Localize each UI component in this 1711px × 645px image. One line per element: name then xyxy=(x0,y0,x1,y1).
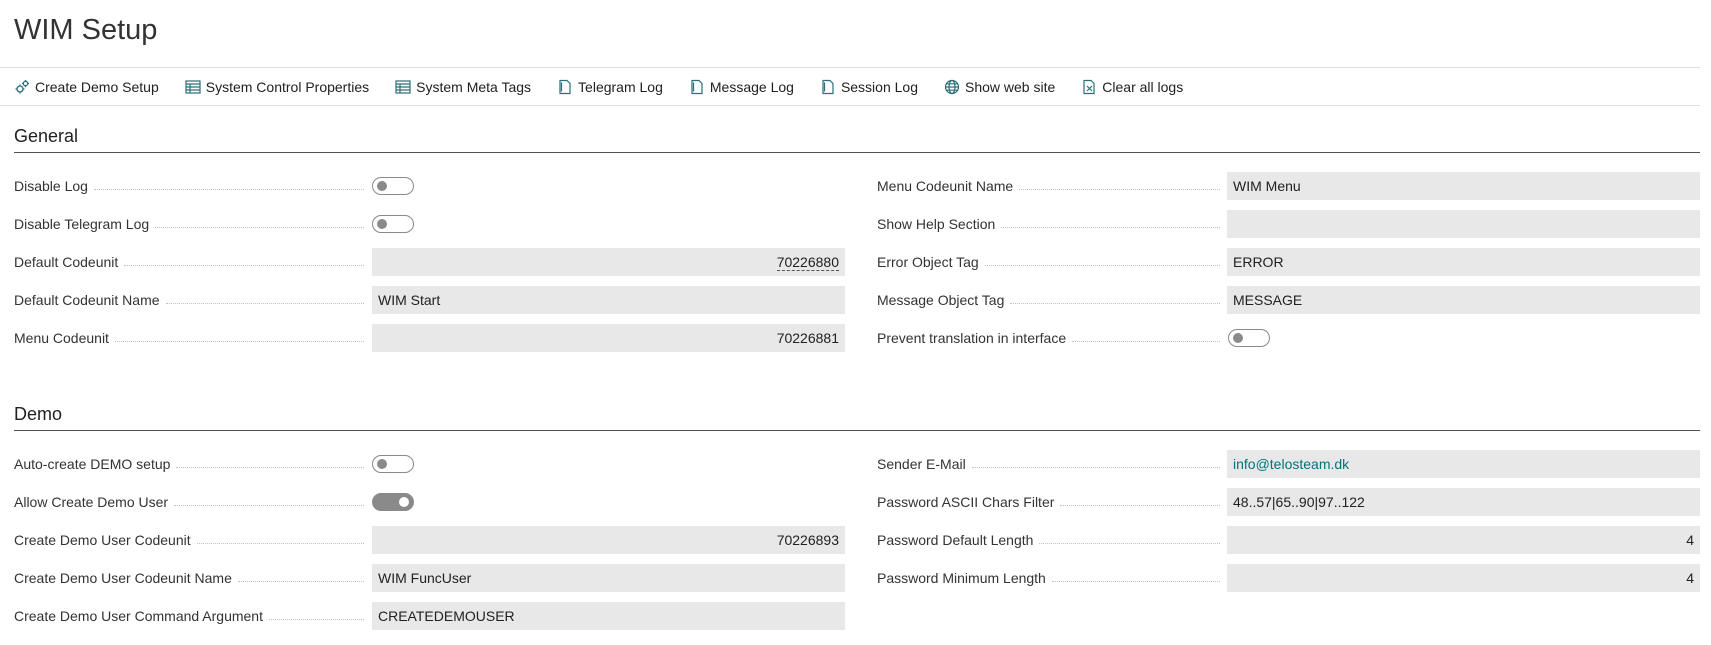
field-create-demo-user-codeunit: Create Demo User Codeunit 70226893 xyxy=(14,526,845,554)
field-default-codeunit-name: Default Codeunit Name WIM Start xyxy=(14,286,845,314)
disable-log-toggle[interactable] xyxy=(372,177,414,195)
disable-telegram-log-toggle[interactable] xyxy=(372,215,414,233)
field-label: Message Object Tag xyxy=(877,292,1011,308)
menu-codeunit-name-input[interactable]: WIM Menu xyxy=(1227,172,1700,200)
prevent-translation-toggle[interactable] xyxy=(1228,329,1270,347)
field-label: Allow Create Demo User xyxy=(14,494,175,510)
action-label: Session Log xyxy=(840,78,918,95)
page-title: WIM Setup xyxy=(14,14,158,46)
field-label: Menu Codeunit Name xyxy=(877,178,1020,194)
action-label: Message Log xyxy=(709,78,794,95)
field-label: Menu Codeunit xyxy=(14,330,115,346)
field-label: Default Codeunit xyxy=(14,254,125,270)
field-create-demo-user-codeunit-name: Create Demo User Codeunit Name WIM FuncU… xyxy=(14,564,845,592)
action-label: Create Demo Setup xyxy=(35,78,159,95)
field-label: Default Codeunit Name xyxy=(14,292,166,308)
table-icon xyxy=(395,79,411,95)
section-title-general[interactable]: General xyxy=(14,126,78,147)
create-demo-user-codeunit-input[interactable]: 70226893 xyxy=(372,526,845,554)
action-label: Telegram Log xyxy=(578,78,663,95)
action-label: System Control Properties xyxy=(205,78,370,95)
telegram-log-action[interactable]: Telegram Log xyxy=(557,79,663,95)
create-demo-user-command-argument-input[interactable]: CREATEDEMOUSER xyxy=(372,602,845,630)
create-demo-user-codeunit-name-input[interactable]: WIM FuncUser xyxy=(372,564,845,592)
field-auto-create-demo-setup: Auto-create DEMO setup xyxy=(14,450,414,478)
field-label: Password Default Length xyxy=(877,532,1040,548)
action-label: Clear all logs xyxy=(1102,78,1184,95)
field-label: Create Demo User Command Argument xyxy=(14,608,269,624)
action-bar: Create Demo Setup System Control Propert… xyxy=(0,67,1700,106)
sender-email-link[interactable]: info@telosteam.dk xyxy=(1233,456,1349,472)
field-password-default-length: Password Default Length 4 xyxy=(877,526,1700,554)
field-label: Error Object Tag xyxy=(877,254,985,270)
message-log-action[interactable]: Message Log xyxy=(689,79,794,95)
field-default-codeunit: Default Codeunit 70226880 xyxy=(14,248,845,276)
field-label: Password ASCII Chars Filter xyxy=(877,494,1061,510)
menu-codeunit-input[interactable]: 70226881 xyxy=(372,324,845,352)
field-label: Password Minimum Length xyxy=(877,570,1052,586)
field-create-demo-user-command-argument: Create Demo User Command Argument CREATE… xyxy=(14,602,845,630)
create-demo-setup-action[interactable]: Create Demo Setup xyxy=(14,79,159,95)
field-message-object-tag: Message Object Tag MESSAGE xyxy=(877,286,1700,314)
sender-email-input[interactable]: info@telosteam.dk xyxy=(1227,450,1700,478)
field-label: Sender E-Mail xyxy=(877,456,972,472)
globe-icon xyxy=(944,79,960,95)
field-label: Disable Telegram Log xyxy=(14,216,156,232)
section-divider xyxy=(14,152,1700,153)
field-menu-codeunit: Menu Codeunit 70226881 xyxy=(14,324,845,352)
section-title-demo[interactable]: Demo xyxy=(14,404,62,425)
show-help-section-input[interactable] xyxy=(1227,210,1700,238)
clear-document-icon xyxy=(1081,79,1097,95)
system-control-properties-action[interactable]: System Control Properties xyxy=(185,79,369,95)
field-label: Create Demo User Codeunit xyxy=(14,532,197,548)
field-label: Create Demo User Codeunit Name xyxy=(14,570,238,586)
default-codeunit-name-input[interactable]: WIM Start xyxy=(372,286,845,314)
clear-all-logs-action[interactable]: Clear all logs xyxy=(1081,79,1183,95)
session-log-action[interactable]: Session Log xyxy=(820,79,918,95)
field-show-help-section: Show Help Section xyxy=(877,210,1700,238)
document-icon xyxy=(689,79,705,95)
action-label: Show web site xyxy=(965,78,1056,95)
document-icon xyxy=(820,79,836,95)
password-minimum-length-input[interactable]: 4 xyxy=(1227,564,1700,592)
message-object-tag-input[interactable]: MESSAGE xyxy=(1227,286,1700,314)
field-label: Disable Log xyxy=(14,178,94,194)
table-icon xyxy=(185,79,201,95)
field-label: Prevent translation in interface xyxy=(877,330,1073,346)
field-label: Show Help Section xyxy=(877,216,1002,232)
show-web-site-action[interactable]: Show web site xyxy=(944,79,1055,95)
document-icon xyxy=(557,79,573,95)
field-disable-log: Disable Log xyxy=(14,172,414,200)
field-sender-email: Sender E-Mail info@telosteam.dk xyxy=(877,450,1700,478)
gears-icon xyxy=(14,79,30,95)
field-password-minimum-length: Password Minimum Length 4 xyxy=(877,564,1700,592)
default-codeunit-input[interactable]: 70226880 xyxy=(372,248,845,276)
field-allow-create-demo-user: Allow Create Demo User xyxy=(14,488,414,516)
system-meta-tags-action[interactable]: System Meta Tags xyxy=(395,79,531,95)
action-label: System Meta Tags xyxy=(416,78,532,95)
allow-create-demo-user-toggle[interactable] xyxy=(372,493,414,511)
field-menu-codeunit-name: Menu Codeunit Name WIM Menu xyxy=(877,172,1700,200)
field-password-ascii-chars-filter: Password ASCII Chars Filter 48..57|65..9… xyxy=(877,488,1700,516)
field-label: Auto-create DEMO setup xyxy=(14,456,177,472)
field-disable-telegram-log: Disable Telegram Log xyxy=(14,210,414,238)
field-prevent-translation: Prevent translation in interface xyxy=(877,324,1270,352)
field-error-object-tag: Error Object Tag ERROR xyxy=(877,248,1700,276)
password-ascii-chars-filter-input[interactable]: 48..57|65..90|97..122 xyxy=(1227,488,1700,516)
auto-create-demo-setup-toggle[interactable] xyxy=(372,455,414,473)
section-divider xyxy=(14,430,1700,431)
default-codeunit-value[interactable]: 70226880 xyxy=(776,254,839,271)
password-default-length-input[interactable]: 4 xyxy=(1227,526,1700,554)
error-object-tag-input[interactable]: ERROR xyxy=(1227,248,1700,276)
